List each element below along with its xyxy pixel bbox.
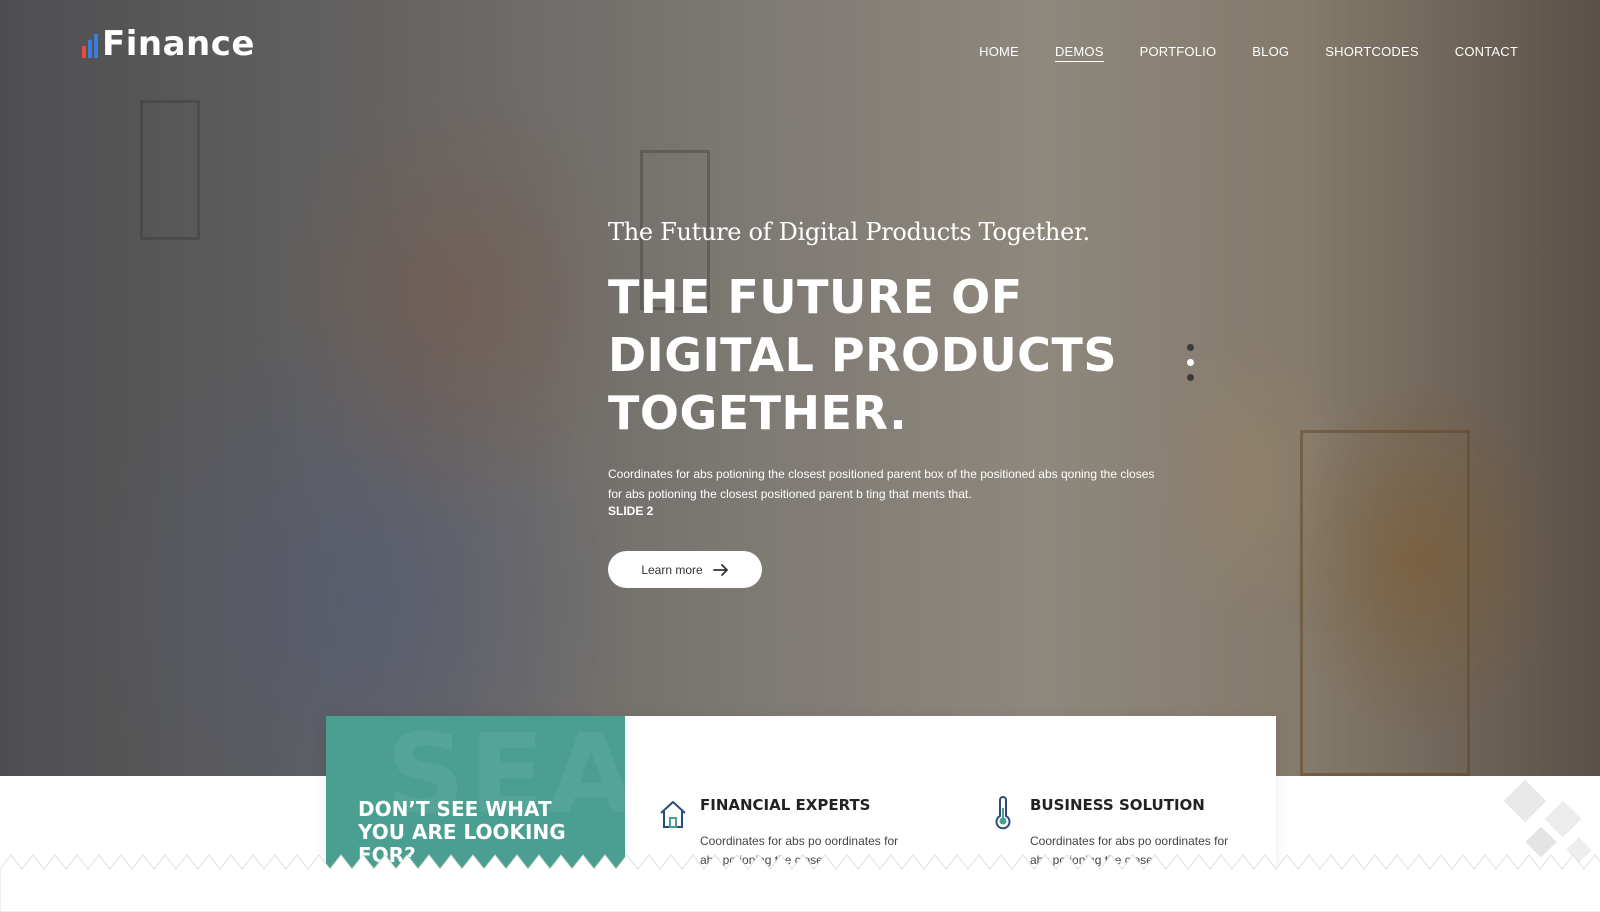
slider-dot[interactable] xyxy=(1187,344,1194,351)
hero-tagline: The Future of Digital Products Together. xyxy=(608,218,1090,246)
nav-item-home[interactable]: HOME xyxy=(979,44,1019,62)
zigzag-edge xyxy=(0,854,1600,912)
feature-title: BUSINESS SOLUTION xyxy=(1030,796,1205,814)
learn-more-label: Learn more xyxy=(641,562,703,577)
learn-more-button[interactable]: Learn more xyxy=(608,551,762,588)
nav-item-blog[interactable]: BLOG xyxy=(1252,44,1289,62)
nav-item-contact[interactable]: CONTACT xyxy=(1455,44,1518,62)
main-nav: HOME DEMOS PORTFOLIO BLOG SHORTCODES CON… xyxy=(979,44,1518,62)
feature-title: FINANCIAL EXPERTS xyxy=(700,796,871,814)
slider-dot-active[interactable] xyxy=(1187,359,1194,366)
hero-headline: THE FUTURE OF DIGITAL PRODUCTS TOGETHER. xyxy=(608,268,1128,442)
headline-line: THE FUTURE OF xyxy=(608,270,1023,324)
slider-dots xyxy=(1187,344,1194,381)
headline-line: DIGITAL PRODUCTS xyxy=(608,328,1117,382)
logo-text: Finance xyxy=(102,24,255,64)
thermometer-icon xyxy=(988,796,1018,830)
nav-item-portfolio[interactable]: PORTFOLIO xyxy=(1140,44,1217,62)
nav-item-shortcodes[interactable]: SHORTCODES xyxy=(1325,44,1419,62)
logo-bars-icon xyxy=(82,32,98,62)
hero-description: Coordinates for abs potioning the closes… xyxy=(608,467,1155,501)
site-logo[interactable]: Finance xyxy=(82,26,255,62)
nav-item-demos[interactable]: DEMOS xyxy=(1054,44,1104,62)
slider-dot[interactable] xyxy=(1187,374,1194,381)
arrow-right-icon xyxy=(712,563,729,576)
house-icon xyxy=(658,796,688,830)
headline-line: TOGETHER. xyxy=(608,386,908,440)
slide-label: SLIDE 2 xyxy=(608,504,654,518)
